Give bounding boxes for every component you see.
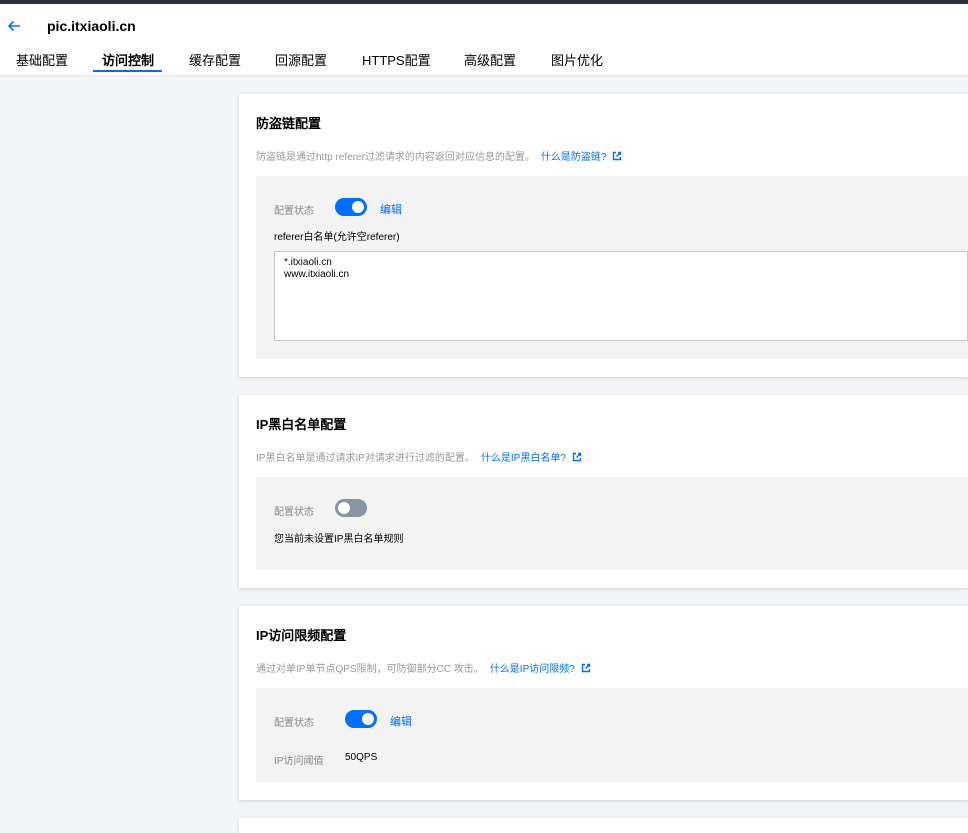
- hotlink-help-link[interactable]: 什么是防盗链?: [541, 152, 607, 163]
- hotlink-protection-card: 防盗链配置 防盗链是通过http referer过滤请求的内容返回对应信息的配置…: [239, 94, 968, 377]
- ip-frequency-description: 通过对单IP单节点QPS限制，可防御部分CC 攻击。 什么是IP访问限频?: [256, 660, 591, 675]
- hotlink-desc-text: 防盗链是通过http referer过滤请求的内容返回对应信息的配置。: [256, 152, 535, 163]
- tab-origin-config[interactable]: 回源配置: [275, 50, 327, 69]
- external-link-icon[interactable]: [572, 452, 582, 462]
- ip-filter-config-panel: 配置状态 您当前未设置IP黑白名单规则: [256, 477, 968, 570]
- ip-filter-empty-text: 您当前未设置IP黑白名单规则: [274, 534, 404, 545]
- ip-frequency-desc-text: 通过对单IP单节点QPS限制，可防御部分CC 攻击。: [256, 664, 484, 675]
- referer-whitelist-label: referer白名单(允许空referer): [274, 232, 400, 243]
- active-tab-indicator: [93, 70, 162, 72]
- hotlink-title: 防盗链配置: [256, 116, 322, 131]
- hotlink-description: 防盗链是通过http referer过滤请求的内容返回对应信息的配置。 什么是防盗…: [256, 148, 622, 163]
- back-arrow-icon[interactable]: [6, 18, 22, 34]
- status-label: 配置状态: [274, 507, 314, 518]
- tab-cache-config[interactable]: 缓存配置: [189, 50, 241, 69]
- ip-frequency-help-link[interactable]: 什么是IP访问限频?: [490, 664, 575, 675]
- ip-frequency-status-toggle[interactable]: [345, 710, 377, 728]
- ip-filter-title: IP黑白名单配置: [256, 417, 347, 432]
- referer-whitelist-textarea[interactable]: *.itxiaoli.cn www.itxiaoli.cn: [274, 251, 968, 341]
- ip-frequency-config-panel: 配置状态 编辑 IP访问阈值 50QPS: [256, 688, 968, 782]
- ip-filter-description: IP黑白名单是通过请求IP对请求进行过滤的配置。 什么是IP黑白名单?: [256, 449, 582, 464]
- tab-image-optimization[interactable]: 图片优化: [551, 50, 603, 69]
- threshold-value: 50QPS: [345, 752, 378, 763]
- external-link-icon[interactable]: [612, 151, 622, 161]
- external-link-icon[interactable]: [581, 663, 591, 673]
- tab-basic-config[interactable]: 基础配置: [16, 50, 68, 69]
- hotlink-config-panel: 配置状态 编辑 referer白名单(允许空referer) *.itxiaol…: [256, 176, 968, 359]
- toggle-knob: [338, 502, 350, 514]
- tab-https-config[interactable]: HTTPS配置: [362, 50, 431, 69]
- hotlink-status-toggle[interactable]: [335, 198, 367, 216]
- ip-filter-status-toggle[interactable]: [335, 499, 367, 517]
- threshold-label: IP访问阈值: [274, 756, 324, 767]
- ip-frequency-edit-link[interactable]: 编辑: [390, 713, 412, 729]
- status-label: 配置状态: [274, 206, 314, 217]
- ip-filter-card: IP黑白名单配置 IP黑白名单是通过请求IP对请求进行过滤的配置。 什么是IP黑白…: [239, 395, 968, 588]
- ip-filter-desc-text: IP黑白名单是通过请求IP对请求进行过滤的配置。: [256, 453, 475, 464]
- page-title: pic.itxiaoli.cn: [47, 18, 136, 34]
- next-card: [239, 818, 968, 833]
- ip-filter-help-link[interactable]: 什么是IP黑白名单?: [481, 453, 566, 464]
- ip-frequency-card: IP访问限频配置 通过对单IP单节点QPS限制，可防御部分CC 攻击。 什么是IP…: [239, 606, 968, 800]
- hotlink-edit-link[interactable]: 编辑: [380, 201, 402, 217]
- tab-advanced-config[interactable]: 高级配置: [464, 50, 516, 69]
- toggle-knob: [352, 201, 364, 213]
- ip-frequency-title: IP访问限频配置: [256, 628, 347, 643]
- tab-access-control[interactable]: 访问控制: [102, 50, 154, 69]
- toggle-knob: [362, 713, 374, 725]
- status-label: 配置状态: [274, 718, 314, 729]
